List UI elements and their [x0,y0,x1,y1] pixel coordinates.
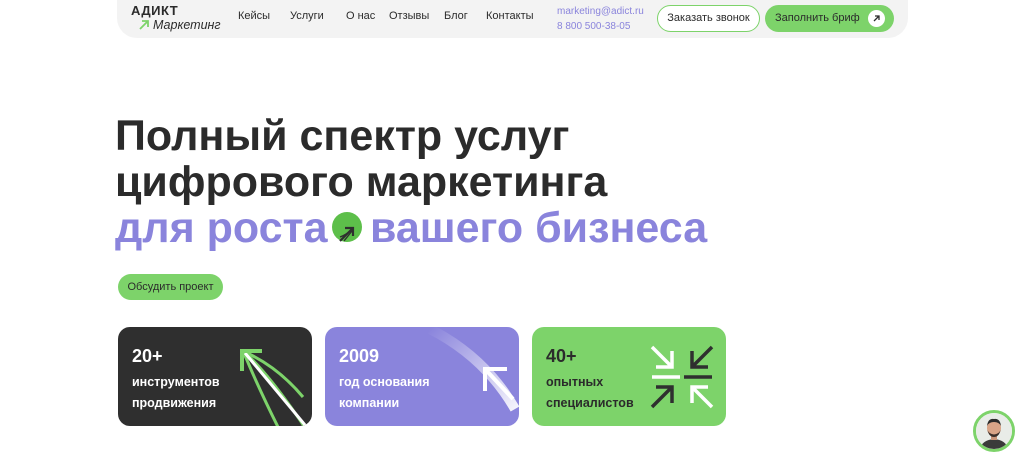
stat-card-tools: 20+ инструментов продвижения [118,327,312,426]
stat-line-1: год основания [339,375,430,389]
hero-line-3-part-1: для роста [115,204,328,252]
person-avatar-icon [976,413,1012,449]
stat-description: опытных специалистов [546,372,634,414]
growth-arrow-icon [332,212,362,242]
hero-line-1: Полный спектр услуг [115,112,570,160]
hero-line-2: цифрового маркетинга [115,158,608,206]
contact-phone[interactable]: 8 800 500-38-05 [557,19,644,34]
brief-button[interactable]: Заполнить бриф [765,5,894,32]
logo-bottom-text: Маркетинг [153,18,221,32]
stat-line-1: инструментов [132,375,220,389]
nav-cases[interactable]: Кейсы [238,10,270,22]
discuss-project-button[interactable]: Обсудить проект [118,274,223,300]
logo-top-text: АДИКТ [131,3,179,18]
nav-contacts[interactable]: Контакты [486,10,534,22]
contact-email[interactable]: marketing@adict.ru [557,4,644,19]
stat-line-1: опытных [546,375,604,389]
stat-description: инструментов продвижения [132,372,220,414]
nav-about[interactable]: О нас [346,10,375,22]
header: АДИКТ Маркетинг Кейсы Услуги О нас Отзыв… [117,0,908,38]
stat-number: 40+ [546,346,577,366]
stat-number: 20+ [132,346,163,366]
call-button[interactable]: Заказать звонок [657,5,760,32]
stat-line-2: компании [339,396,400,410]
nav-blog[interactable]: Блог [444,10,468,22]
hero-line-3-part-2: вашего бизнеса [370,204,708,252]
stat-line-2: продвижения [132,396,217,410]
logo[interactable]: АДИКТ Маркетинг [131,4,231,34]
logo-arrow-icon [139,20,149,30]
nav-reviews[interactable]: Отзывы [389,10,429,22]
arrow-up-right-icon [868,10,885,27]
chat-avatar[interactable] [973,410,1015,452]
stat-line-2: специалистов [546,396,634,410]
stat-description: год основания компании [339,372,430,414]
brief-button-label: Заполнить бриф [775,12,860,24]
stat-number: 2009 [339,346,380,366]
hero-line-3: для роста вашего бизнеса [115,204,707,252]
stat-card-founded: 2009 год основания компании [325,327,519,426]
hero-heading: Полный спектр услуг цифрового маркетинга… [115,112,707,251]
stat-card-specialists: 40+ опытных специалистов [532,327,726,426]
nav-services[interactable]: Услуги [290,10,324,22]
contacts: marketing@adict.ru 8 800 500-38-05 [557,4,644,34]
